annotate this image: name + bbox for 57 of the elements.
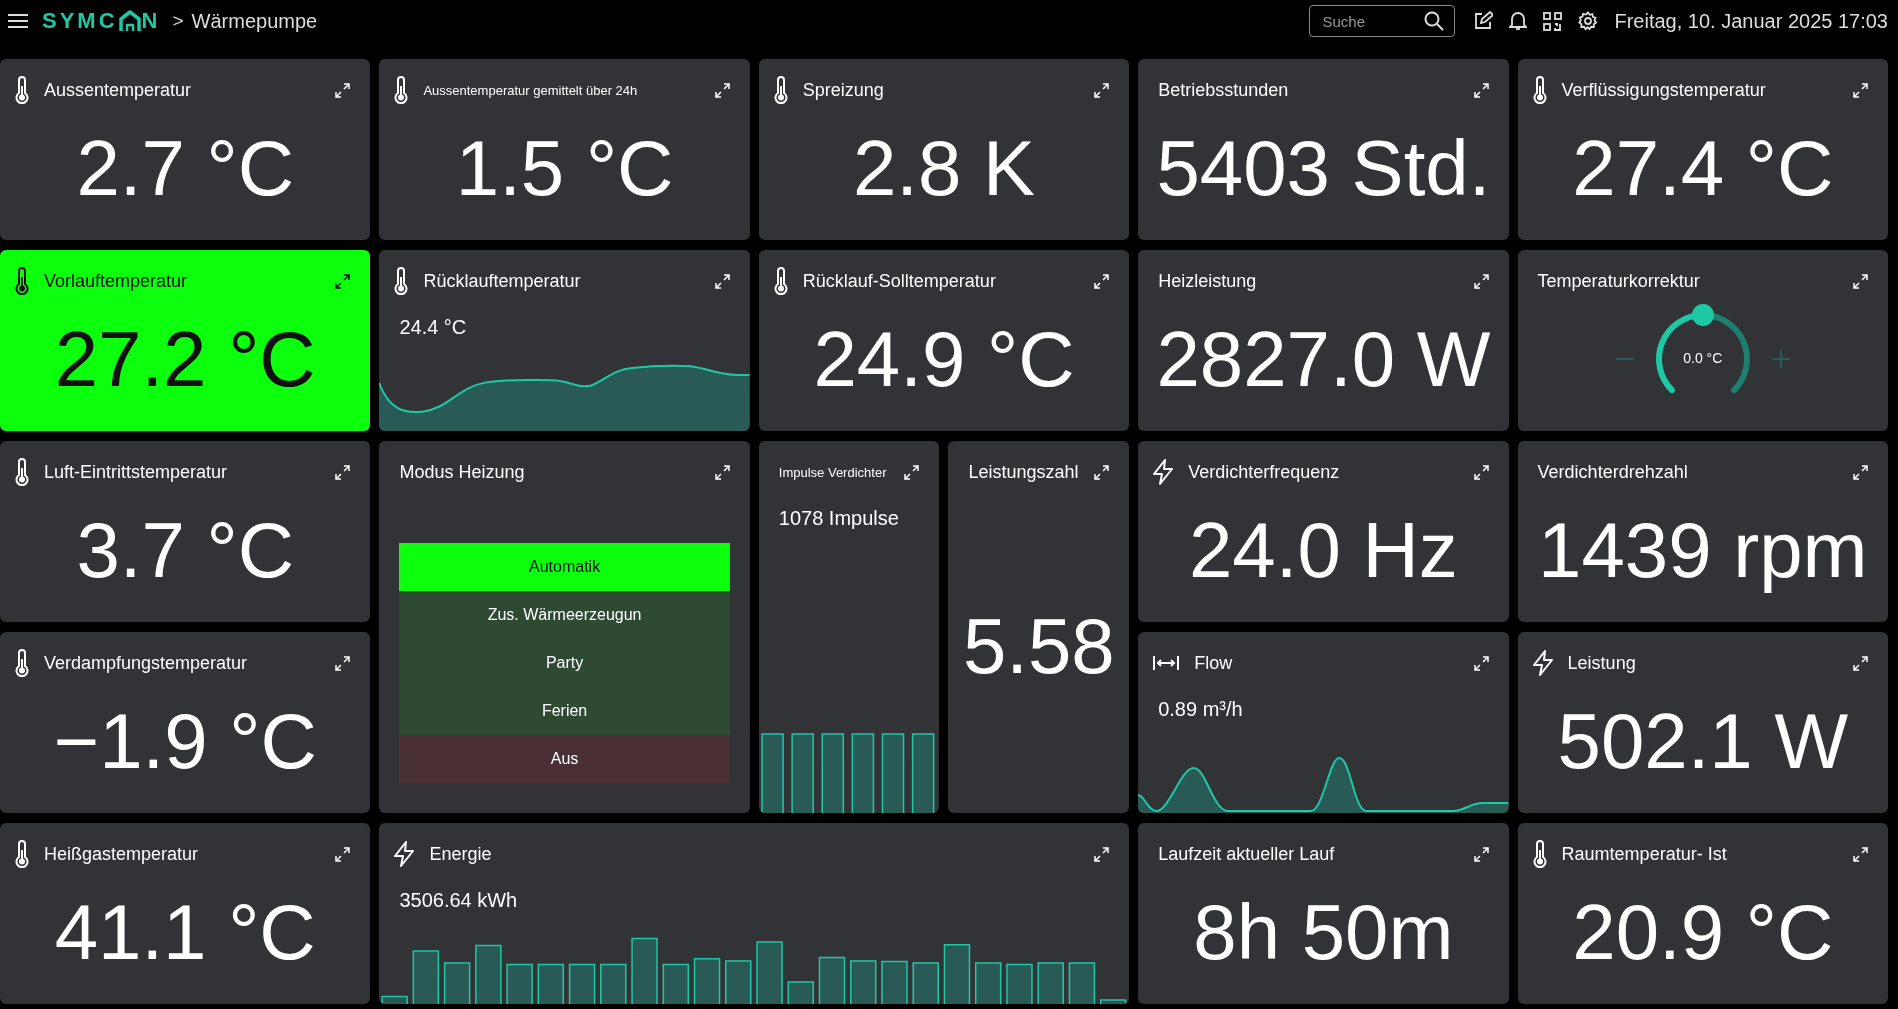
mode-option[interactable]: Party bbox=[399, 639, 730, 687]
breadcrumb[interactable]: Wärmepumpe bbox=[191, 9, 318, 33]
tile-title: Heizleistung bbox=[1158, 270, 1258, 292]
logo-text: SYMC bbox=[42, 8, 118, 34]
tile-title: Leistung bbox=[1567, 652, 1637, 674]
tile-title: Rücklauftemperatur bbox=[423, 270, 582, 292]
value-reading: 3506.64 kWh bbox=[399, 889, 518, 911]
search-box[interactable]: Suche bbox=[1309, 5, 1456, 37]
search-field[interactable]: Suche bbox=[1320, 11, 1425, 31]
date-time: Freitag, 10. Januar 2025 17:03 bbox=[1614, 9, 1888, 33]
value-reading: 24.9 °C bbox=[813, 314, 1075, 405]
value-reading: 2.7 °C bbox=[76, 123, 294, 214]
tile-title: Spreizung bbox=[802, 79, 885, 101]
value-reading: −1.9 °C bbox=[53, 696, 317, 787]
value-reading: 24.4 °C bbox=[399, 316, 467, 338]
tile-title: Leistungszahl bbox=[968, 461, 1080, 483]
value-reading: 41.1 °C bbox=[54, 887, 316, 978]
tile-title: Luft-Eintrittstemperatur bbox=[44, 461, 229, 483]
logo-text: N bbox=[141, 8, 161, 34]
value-reading: 5403 Std. bbox=[1156, 123, 1491, 214]
value-reading: 8h 50m bbox=[1193, 887, 1454, 978]
value-reading: 2827.0 W bbox=[1156, 314, 1491, 405]
value-reading: 5.58 bbox=[962, 600, 1115, 692]
value-reading: 1.5 °C bbox=[455, 123, 674, 214]
tile-title: Verflüssigungstemperatur bbox=[1561, 79, 1767, 101]
tile-title: Betriebsstunden bbox=[1158, 79, 1290, 101]
value-reading: 3.7 °C bbox=[76, 505, 294, 596]
tile-title: Vorlauftemperatur bbox=[44, 270, 189, 292]
tile-title: Aussentemperatur bbox=[44, 79, 193, 101]
value-reading: 0.0 °C bbox=[1683, 349, 1723, 366]
tile-title: Heißgastemperatur bbox=[44, 843, 200, 865]
value-reading: 20.9 °C bbox=[1572, 887, 1834, 978]
value-reading: 502.1 W bbox=[1557, 696, 1849, 787]
mode-option[interactable]: Zus. Wärmeerzeugun bbox=[399, 591, 730, 639]
value-reading: 2.8 K bbox=[852, 123, 1036, 214]
breadcrumb-separator: > bbox=[172, 10, 184, 32]
tile-title: Impulse Verdichter bbox=[778, 464, 888, 480]
value-reading: 1078 Impulse bbox=[778, 507, 899, 529]
tile-title: Raumtemperatur- Ist bbox=[1561, 843, 1728, 865]
tile-title: Rücklauf-Solltemperatur bbox=[802, 270, 997, 292]
value-reading: 1439 rpm bbox=[1538, 505, 1868, 596]
tile-title: Flow bbox=[1194, 652, 1234, 674]
tile-title: Aussentemperatur gemittelt über 24h bbox=[423, 82, 639, 98]
tile-title: Laufzeit aktueller Lauf bbox=[1158, 843, 1336, 865]
mode-option[interactable]: Aus bbox=[399, 735, 730, 783]
tile-title: Energie bbox=[429, 843, 493, 865]
value-reading: 24.0 Hz bbox=[1189, 505, 1458, 596]
value-reading: 0.89 m³/h bbox=[1158, 698, 1243, 720]
mode-option[interactable]: Automatik bbox=[399, 543, 730, 591]
tile-title: Temperaturkorrektur bbox=[1537, 270, 1701, 292]
value-reading: 27.4 °C bbox=[1572, 123, 1834, 214]
tile-title: Verdichterdrehzahl bbox=[1537, 461, 1689, 483]
tile-title: Verdampfungstemperatur bbox=[44, 652, 249, 674]
tile-title: Modus Heizung bbox=[399, 461, 526, 483]
value-reading: 27.2 °C bbox=[54, 314, 316, 405]
mode-option[interactable]: Ferien bbox=[399, 687, 730, 735]
tile-title: Verdichterfrequenz bbox=[1188, 461, 1341, 483]
